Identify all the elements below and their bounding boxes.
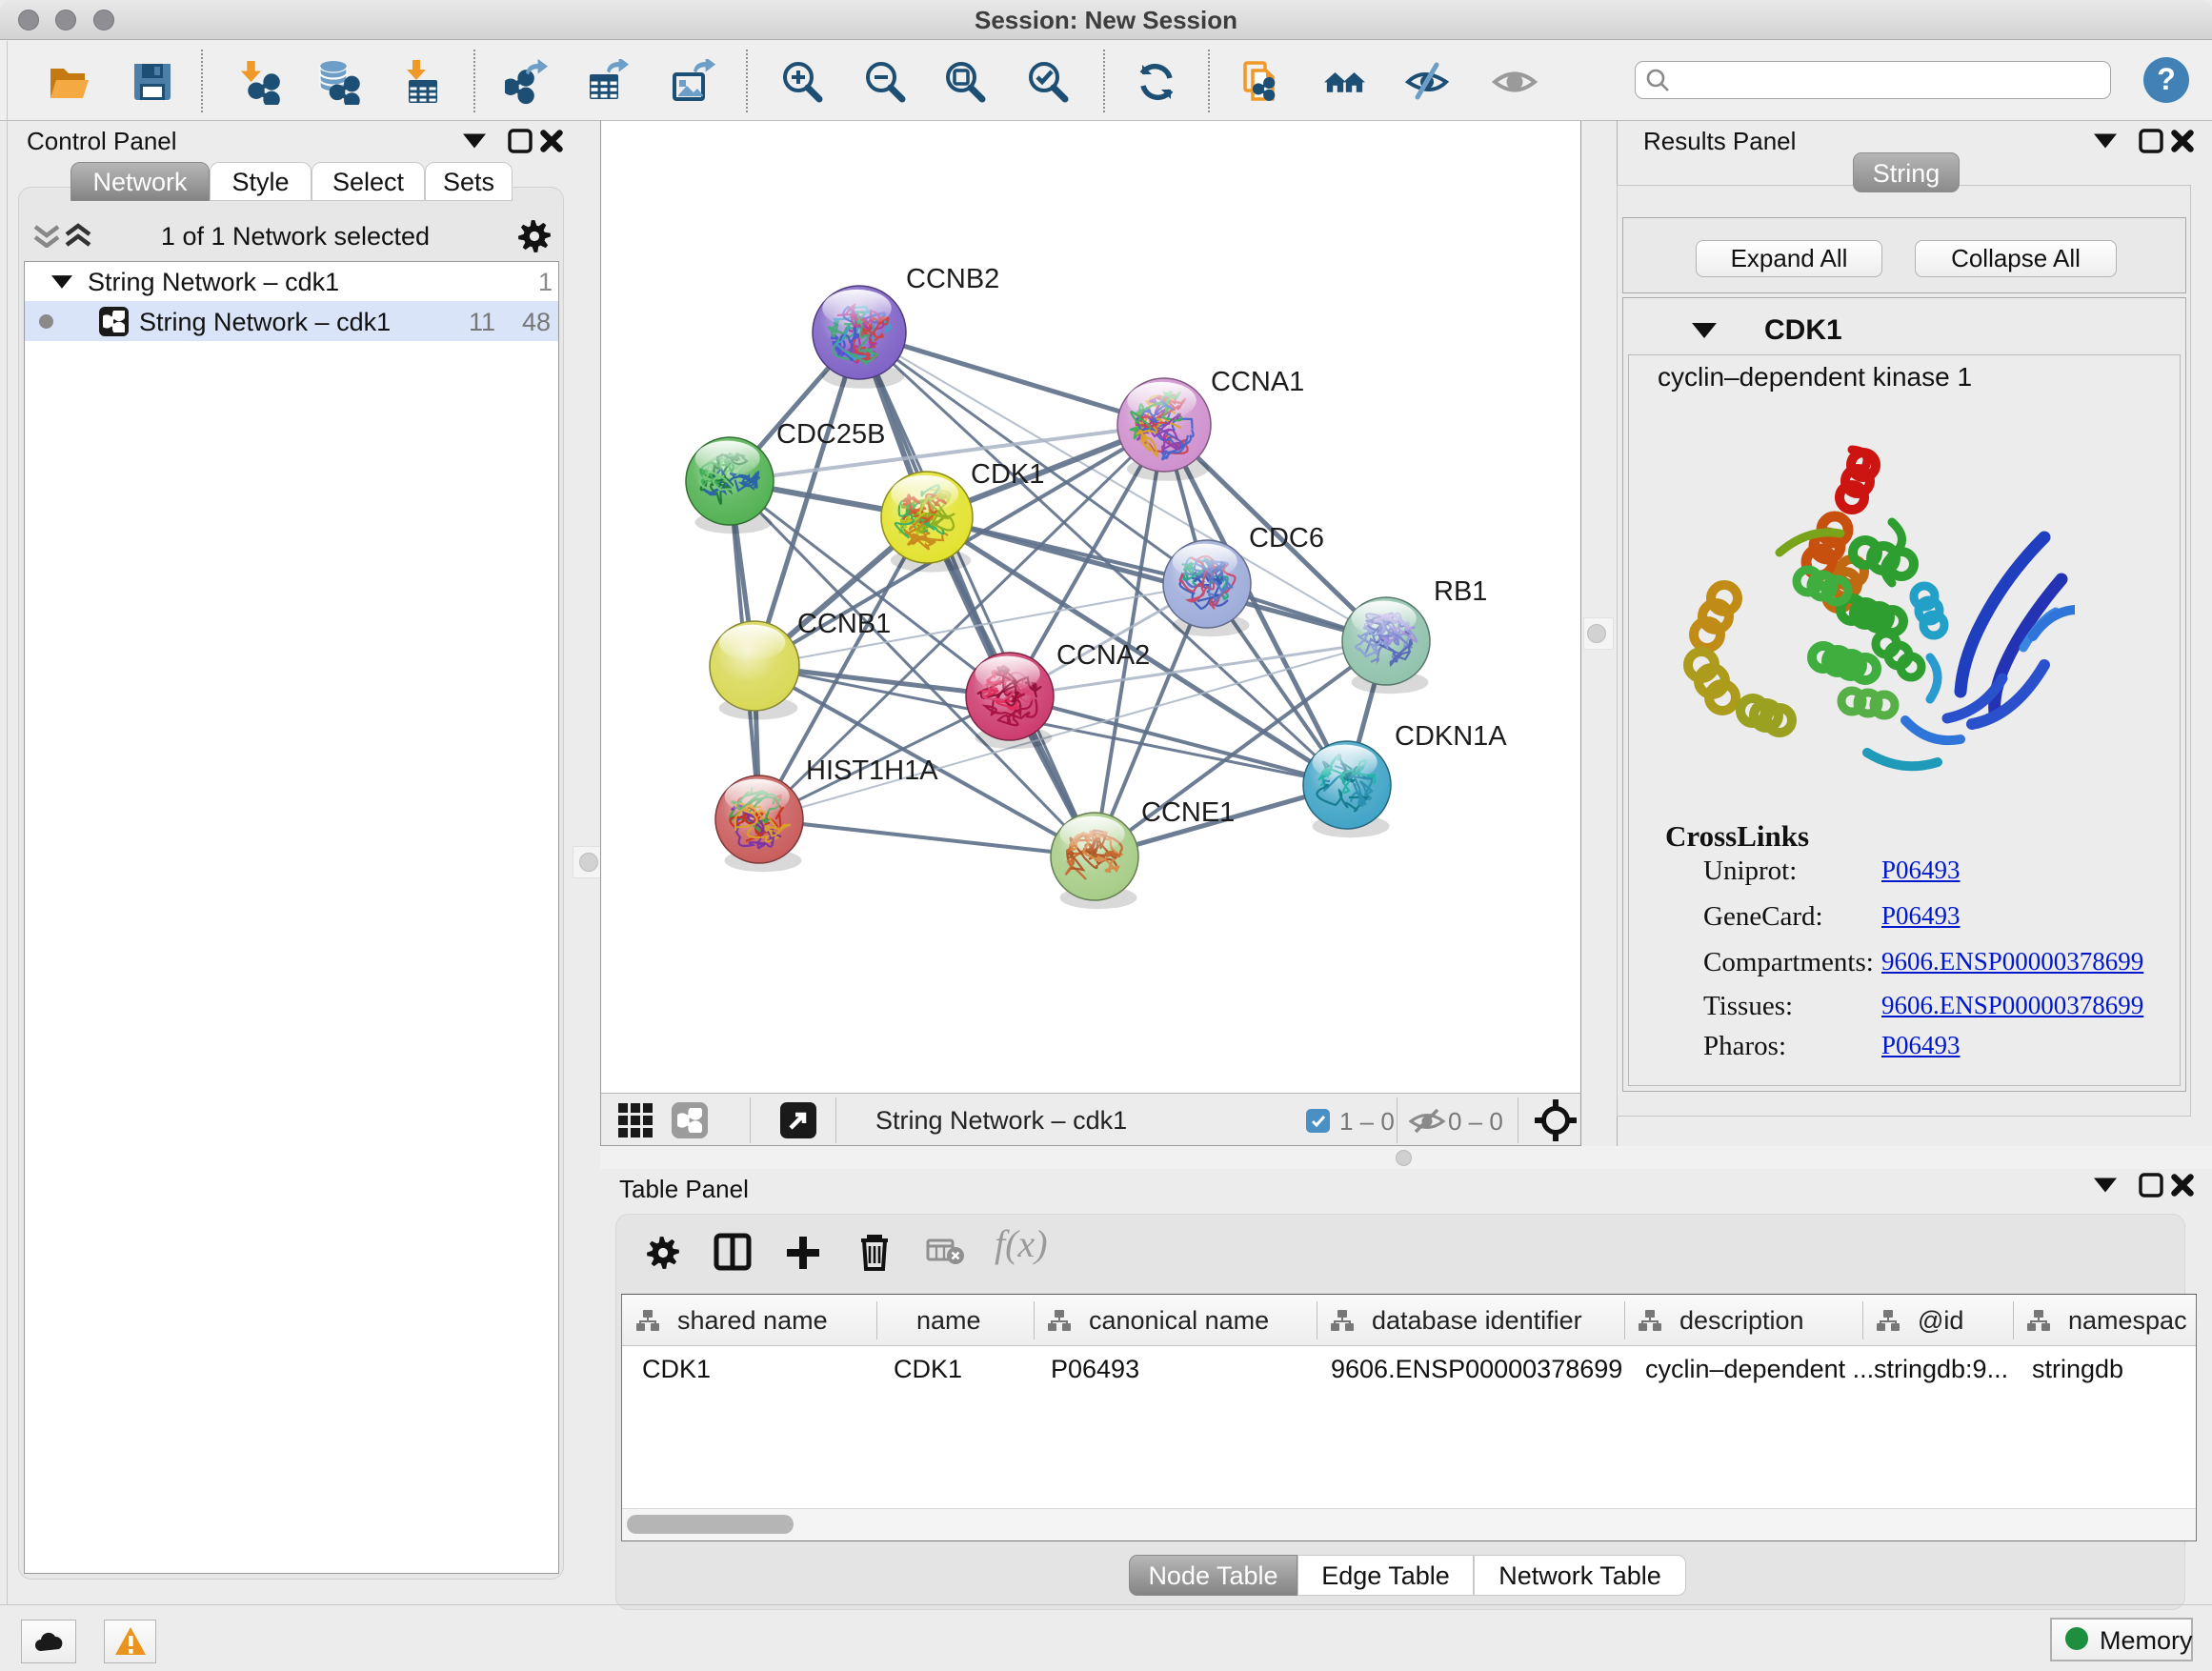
svg-text:CCNB2: CCNB2 bbox=[906, 264, 999, 294]
svg-text:CCNB1: CCNB1 bbox=[797, 609, 891, 639]
svg-text:CDC6: CDC6 bbox=[1249, 523, 1324, 554]
svg-text:HIST1H1A: HIST1H1A bbox=[806, 755, 938, 786]
svg-text:CCNA2: CCNA2 bbox=[1056, 640, 1150, 671]
svg-text:?: ? bbox=[2157, 62, 2176, 96]
svg-text:CDK1: CDK1 bbox=[971, 459, 1044, 490]
svg-text:CCNA1: CCNA1 bbox=[1211, 367, 1304, 397]
svg-text:RB1: RB1 bbox=[1434, 576, 1487, 607]
svg-text:CDC25B: CDC25B bbox=[776, 419, 885, 450]
svg-text:CDKN1A: CDKN1A bbox=[1395, 721, 1507, 752]
svg-text:CCNE1: CCNE1 bbox=[1141, 797, 1235, 828]
